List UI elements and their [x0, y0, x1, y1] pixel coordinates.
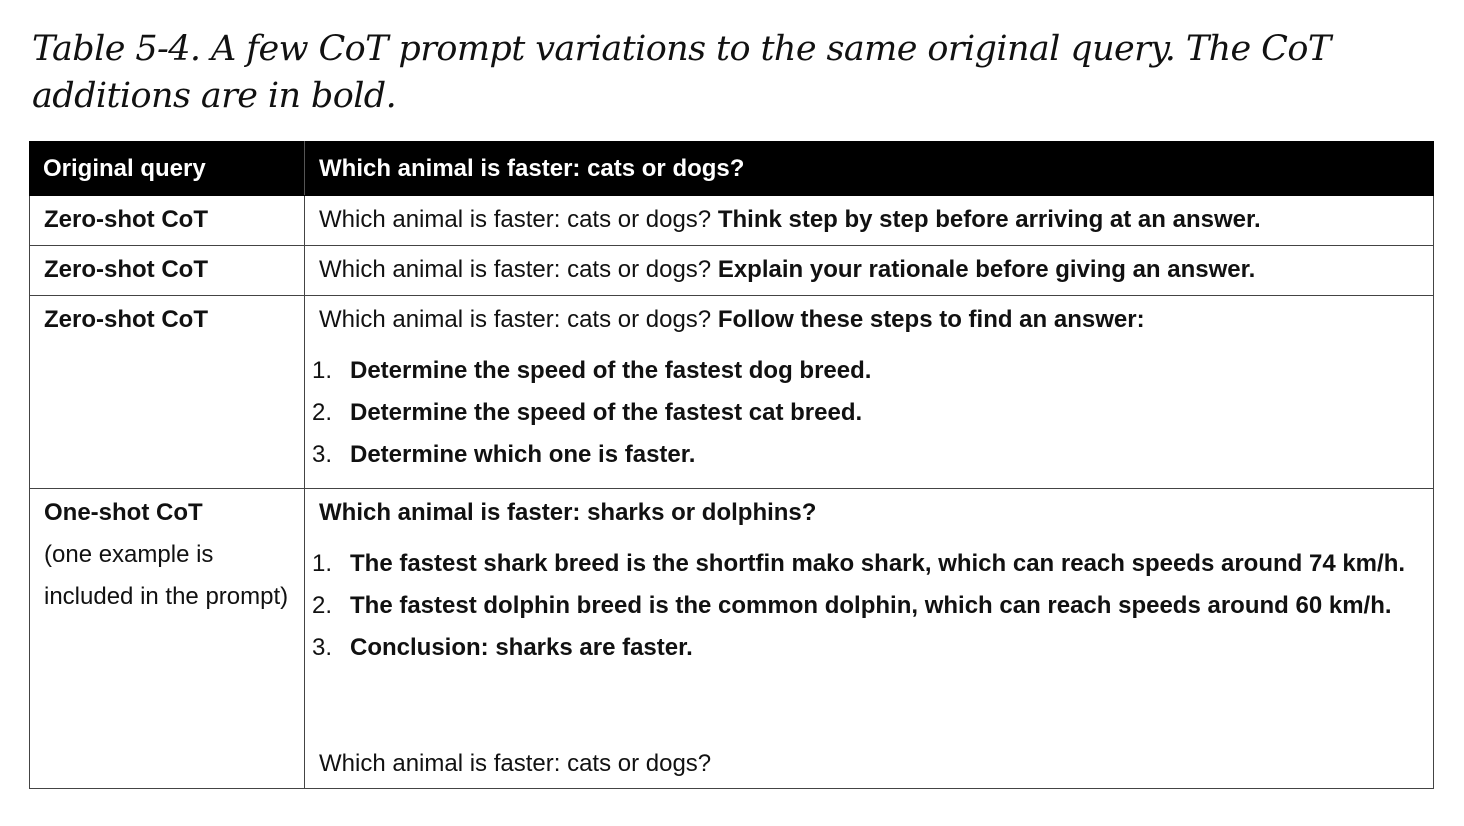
step-text: Determine the speed of the fastest dog b…	[350, 357, 872, 384]
step-list: 1. The fastest shark breed is the shortfi…	[312, 543, 1433, 669]
list-item: 3. Determine which one is faster.	[312, 434, 1433, 476]
step-text: Determine the speed of the fastest cat b…	[350, 399, 863, 426]
step-number: 2.	[312, 592, 333, 619]
row-label: One-shot CoT	[44, 499, 203, 526]
prompt-plain-text: Which animal is faster: cats or dogs?	[319, 306, 718, 333]
table-header-row: Original query Which animal is faster: c…	[29, 141, 1434, 196]
table-row: Zero-shot CoT Which animal is faster: ca…	[29, 295, 1434, 489]
list-item: 1. The fastest shark breed is the shortfi…	[312, 543, 1433, 585]
prompt-plain-text: Which animal is faster: cats or dogs?	[319, 256, 718, 283]
row-label: Zero-shot CoT	[29, 245, 305, 296]
step-number: 2.	[312, 399, 333, 426]
list-item: 2. The fastest dolphin breed is the commo…	[312, 585, 1433, 627]
prompt-cot-addition: Explain your rationale before giving an …	[717, 256, 1256, 283]
header-query: Which animal is faster: cats or dogs?	[304, 141, 1434, 196]
row-prompt: Which animal is faster: sharks or dolphi…	[304, 488, 1434, 789]
table-row: One-shot CoT (one example is included in…	[29, 488, 1434, 789]
prompt-cot-addition: Follow these steps to find an answer:	[717, 306, 1145, 333]
step-text: Conclusion: sharks are faster.	[350, 634, 693, 661]
list-item: 2. Determine the speed of the fastest cat…	[312, 392, 1433, 434]
step-number: 1.	[312, 357, 333, 384]
final-query: Which animal is faster: cats or dogs?	[319, 750, 712, 777]
step-text: Determine which one is faster.	[350, 441, 696, 468]
row-prompt: Which animal is faster: cats or dogs? Ex…	[304, 245, 1434, 296]
step-number: 3.	[312, 441, 333, 468]
list-item: 1. Determine the speed of the fastest dog…	[312, 350, 1433, 392]
row-sublabel: (one example is included in the prompt)	[44, 541, 289, 610]
cot-prompt-table: Original query Which animal is faster: c…	[29, 141, 1434, 789]
prompt-plain-text: Which animal is faster: cats or dogs?	[319, 206, 718, 233]
step-list: 1. Determine the speed of the fastest dog…	[312, 350, 1433, 476]
step-number: 1.	[312, 550, 333, 577]
table-caption: Table 5-4. A few CoT prompt variations t…	[32, 29, 1331, 116]
list-item: 3. Conclusion: sharks are faster.	[312, 627, 1433, 669]
row-label: Zero-shot CoT	[29, 295, 305, 489]
table-row: Zero-shot CoT Which animal is faster: ca…	[29, 195, 1434, 246]
row-prompt: Which animal is faster: cats or dogs? Fo…	[304, 295, 1434, 489]
row-label: Zero-shot CoT	[29, 195, 305, 246]
header-label: Original query	[29, 141, 305, 196]
row-prompt: Which animal is faster: cats or dogs? Th…	[304, 195, 1434, 246]
step-text: The fastest shark breed is the shortfin …	[350, 550, 1406, 577]
step-text: The fastest dolphin breed is the common …	[350, 592, 1392, 619]
prompt-cot-addition: Think step by step before arriving at an…	[717, 206, 1261, 233]
table-row: Zero-shot CoT Which animal is faster: ca…	[29, 245, 1434, 296]
example-question: Which animal is faster: sharks or dolphi…	[319, 499, 817, 526]
step-number: 3.	[312, 634, 333, 661]
row-label-cell: One-shot CoT (one example is included in…	[29, 488, 305, 789]
